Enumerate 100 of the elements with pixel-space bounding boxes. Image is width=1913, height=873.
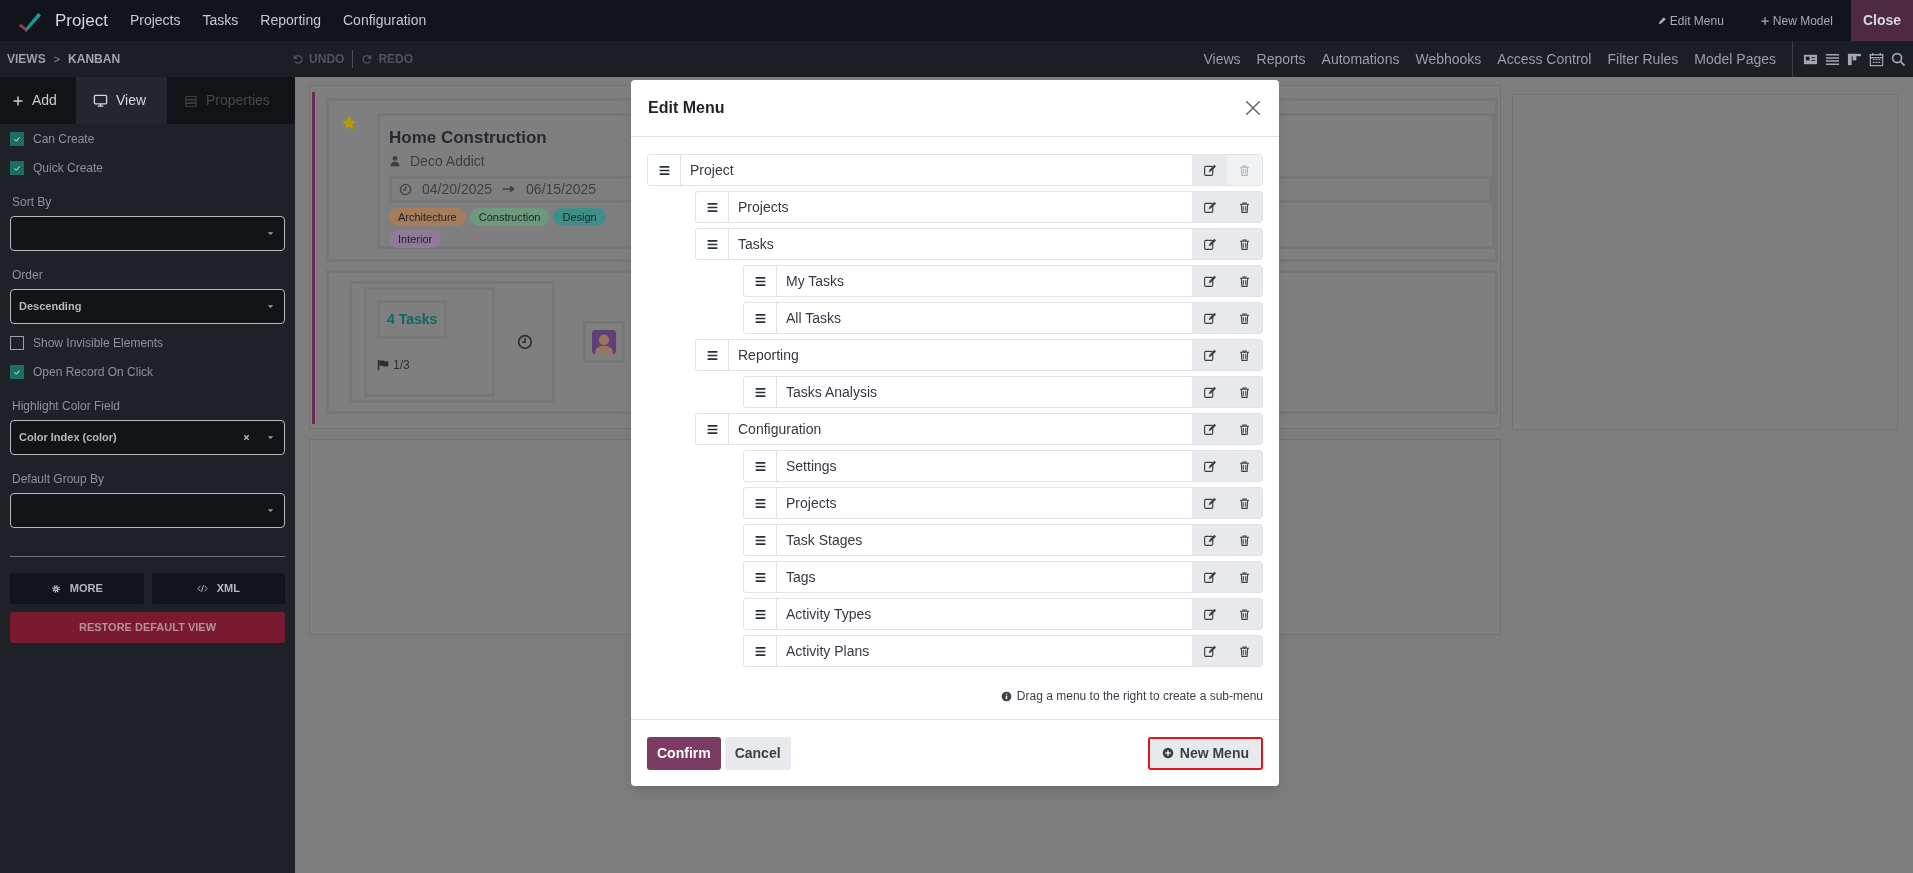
- restore-default-button[interactable]: RESTORE DEFAULT VIEW: [10, 612, 285, 643]
- drag-handle-icon[interactable]: [753, 459, 767, 473]
- select-field[interactable]: Descending: [10, 289, 285, 324]
- menu-link[interactable]: Tasks: [202, 10, 239, 31]
- menu-item-row[interactable]: All Tasks: [743, 302, 1263, 334]
- edit-button[interactable]: [1192, 451, 1227, 481]
- xml-button[interactable]: XML: [151, 573, 285, 604]
- delete-button[interactable]: [1227, 488, 1262, 518]
- search-icon[interactable]: [1891, 51, 1906, 67]
- drag-handle-icon[interactable]: [753, 311, 767, 325]
- checkbox[interactable]: [10, 131, 24, 146]
- nav-link[interactable]: Views: [1203, 48, 1241, 70]
- edit-button[interactable]: [1192, 192, 1227, 222]
- drag-handle-icon[interactable]: [705, 237, 719, 251]
- drag-handle-icon[interactable]: [705, 348, 719, 362]
- checkbox[interactable]: [10, 335, 24, 350]
- menu-item-row[interactable]: Tasks: [695, 228, 1263, 260]
- checkbox[interactable]: [10, 364, 24, 379]
- nav-link[interactable]: Filter Rules: [1607, 48, 1679, 70]
- sidebar-tab[interactable]: View: [76, 77, 167, 124]
- star-icon[interactable]: [341, 115, 357, 131]
- cancel-button[interactable]: Cancel: [724, 736, 791, 770]
- trash-icon: [1238, 237, 1251, 251]
- menu-item-row[interactable]: Configuration: [695, 413, 1263, 445]
- delete-button[interactable]: [1227, 192, 1262, 222]
- checkbox[interactable]: [10, 160, 24, 175]
- drag-handle-icon[interactable]: [753, 533, 767, 547]
- nav-link[interactable]: Model Pages: [1694, 48, 1776, 70]
- drag-handle-icon[interactable]: [753, 644, 767, 658]
- menu-item-row[interactable]: Task Stages: [743, 524, 1263, 556]
- nav-link[interactable]: Webhooks: [1415, 48, 1482, 70]
- nav-link[interactable]: Automations: [1321, 48, 1400, 70]
- delete-button[interactable]: [1227, 451, 1262, 481]
- nav-link[interactable]: Reports: [1256, 48, 1306, 70]
- edit-icon: [1203, 533, 1216, 547]
- menu-item-row[interactable]: Tasks Analysis: [743, 376, 1263, 408]
- sidebar-tab[interactable]: Add: [0, 77, 76, 124]
- list-icon[interactable]: [1825, 51, 1840, 67]
- menu-item-row[interactable]: Reporting: [695, 339, 1263, 371]
- edit-button[interactable]: [1192, 303, 1227, 333]
- menu-link[interactable]: Projects: [129, 10, 181, 31]
- edit-button[interactable]: [1192, 414, 1227, 444]
- menu-item-row[interactable]: Activity Types: [743, 598, 1263, 630]
- edit-button[interactable]: [1192, 155, 1227, 185]
- edit-button[interactable]: [1192, 340, 1227, 370]
- delete-button[interactable]: [1227, 599, 1262, 629]
- delete-button[interactable]: [1227, 229, 1262, 259]
- trash-icon: [1238, 607, 1251, 621]
- close-button[interactable]: Close: [1850, 0, 1913, 41]
- select-field[interactable]: [10, 216, 285, 251]
- new-menu-button[interactable]: New Menu: [1147, 736, 1263, 770]
- delete-button[interactable]: [1227, 525, 1262, 555]
- edit-button[interactable]: [1192, 377, 1227, 407]
- drag-handle-icon[interactable]: [753, 274, 767, 288]
- drag-handle-icon[interactable]: [753, 607, 767, 621]
- select-field[interactable]: [10, 493, 285, 528]
- edit-button[interactable]: [1192, 562, 1227, 592]
- delete-button[interactable]: [1227, 303, 1262, 333]
- drag-handle-icon[interactable]: [753, 385, 767, 399]
- delete-button[interactable]: [1227, 377, 1262, 407]
- clear-icon[interactable]: [242, 433, 251, 442]
- record-title: Home Construction: [389, 127, 548, 149]
- menu-link[interactable]: Reporting: [260, 10, 321, 31]
- drag-handle-icon[interactable]: [705, 200, 719, 214]
- menu-link[interactable]: Configuration: [343, 10, 427, 31]
- breadcrumb-item[interactable]: VIEWS: [7, 50, 46, 68]
- calendar-icon[interactable]: [1869, 51, 1884, 67]
- trash-icon: [1238, 644, 1251, 658]
- menu-item-row[interactable]: Projects: [695, 191, 1263, 223]
- delete-button[interactable]: [1227, 340, 1262, 370]
- edit-button[interactable]: [1192, 599, 1227, 629]
- edit-button[interactable]: [1192, 266, 1227, 296]
- menu-item-row[interactable]: Settings: [743, 450, 1263, 482]
- nav-link[interactable]: Access Control: [1497, 48, 1592, 70]
- drag-handle-icon[interactable]: [753, 570, 767, 584]
- menu-item-row[interactable]: Activity Plans: [743, 635, 1263, 667]
- drag-handle-icon[interactable]: [657, 163, 671, 177]
- drag-handle-icon[interactable]: [705, 422, 719, 436]
- edit-button[interactable]: [1192, 636, 1227, 666]
- edit-menu-button[interactable]: Edit Menu: [1656, 11, 1724, 30]
- more-button[interactable]: MORE: [10, 573, 144, 604]
- menu-item-row[interactable]: Project: [647, 154, 1263, 186]
- edit-button[interactable]: [1192, 525, 1227, 555]
- delete-button[interactable]: [1227, 562, 1262, 592]
- new-model-button[interactable]: New Model: [1759, 11, 1833, 30]
- delete-button[interactable]: [1227, 266, 1262, 296]
- drag-handle-icon[interactable]: [753, 496, 767, 510]
- menu-item-row[interactable]: My Tasks: [743, 265, 1263, 297]
- confirm-button[interactable]: Confirm: [647, 736, 721, 770]
- edit-button[interactable]: [1192, 488, 1227, 518]
- edit-button[interactable]: [1192, 229, 1227, 259]
- clock-icon[interactable]: [517, 334, 533, 350]
- menu-item-row[interactable]: Projects: [743, 487, 1263, 519]
- delete-button[interactable]: [1227, 636, 1262, 666]
- delete-button[interactable]: [1227, 414, 1262, 444]
- kanban-icon[interactable]: [1847, 51, 1862, 67]
- checkbox-label: Quick Create: [33, 159, 104, 177]
- close-icon[interactable]: [1244, 99, 1262, 117]
- select-field[interactable]: Color Index (color): [10, 420, 285, 455]
- menu-item-row[interactable]: Tags: [743, 561, 1263, 593]
